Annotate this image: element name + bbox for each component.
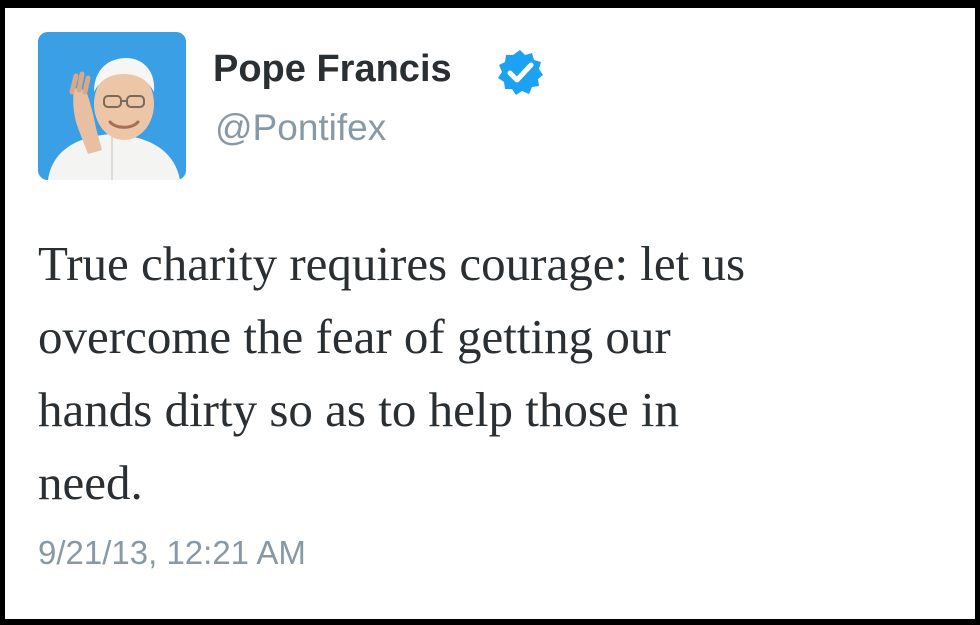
tweet-card: Pope Francis @Pontifex True charity requ…	[5, 8, 975, 619]
tweet-text: True charity requires courage: let us ov…	[38, 227, 958, 519]
tweet-text-line: True charity requires courage: let us	[38, 236, 746, 291]
tweet-text-line: overcome the fear of getting our	[38, 309, 671, 364]
tweet-text-line: hands dirty so as to help those in	[38, 382, 680, 437]
tweet-text-line: need.	[38, 455, 143, 510]
author-name[interactable]: Pope Francis	[213, 46, 452, 92]
tweet-timestamp[interactable]: 9/21/13, 12:21 AM	[38, 533, 306, 573]
avatar-image	[38, 32, 186, 180]
avatar[interactable]	[38, 32, 186, 180]
verified-badge-icon	[496, 48, 544, 96]
author-handle[interactable]: @Pontifex	[215, 106, 386, 150]
